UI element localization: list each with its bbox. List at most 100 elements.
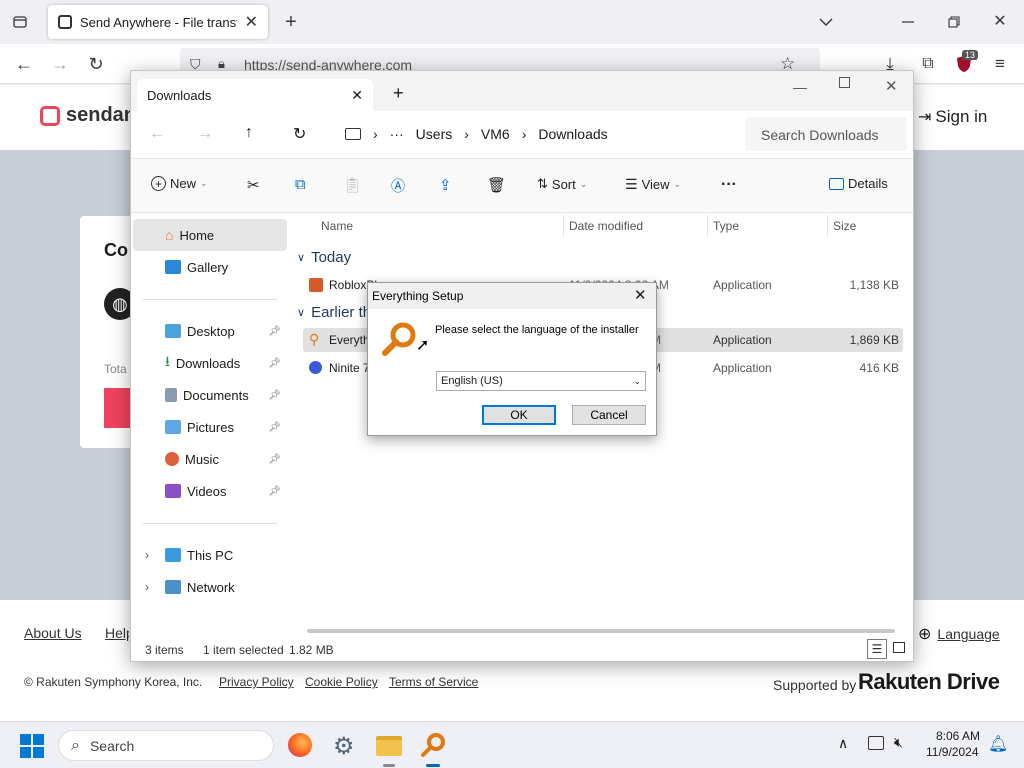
- maximize-window-icon[interactable]: [839, 77, 850, 88]
- clock-time[interactable]: 8:06 AM: [936, 729, 980, 743]
- sort-button[interactable]: ⇅ Sort ⌄: [537, 176, 587, 192]
- firefox-icon[interactable]: [288, 733, 312, 757]
- nav-item-videos[interactable]: Videos 📌︎: [133, 475, 287, 507]
- copyright-text: © Rakuten Symphony Korea, Inc.: [24, 675, 203, 689]
- file-size: 416 KB: [859, 361, 899, 375]
- taskbar-search-input[interactable]: ⌕ Search: [58, 730, 274, 761]
- pin-icon[interactable]: 📌︎: [268, 326, 281, 337]
- breadcrumb-users[interactable]: Users: [416, 126, 453, 142]
- ok-button[interactable]: OK: [482, 405, 556, 425]
- reload-icon[interactable]: ↻: [86, 54, 106, 74]
- terms-of-service-link[interactable]: Terms of Service: [389, 675, 478, 689]
- sign-in-link[interactable]: ⇥ Sign in: [918, 107, 987, 127]
- windows-start-icon[interactable]: [20, 734, 44, 758]
- new-button[interactable]: + New ⌄: [151, 176, 208, 191]
- group-header-earlier[interactable]: ∨ Earlier th: [297, 304, 371, 321]
- rename-icon[interactable]: Ⓐ: [391, 176, 405, 196]
- pin-icon[interactable]: 📌︎: [268, 390, 281, 401]
- more-ellipsis-icon[interactable]: ···: [390, 126, 404, 142]
- about-us-link[interactable]: About Us: [24, 625, 82, 641]
- gallery-icon: [165, 260, 181, 274]
- minimize-window-icon[interactable]: [898, 12, 918, 32]
- language-selector[interactable]: ⊕ Language: [918, 624, 1000, 644]
- nav-item-music[interactable]: Music 📌︎: [133, 443, 287, 475]
- paste-icon[interactable]: 📋︎: [343, 176, 362, 194]
- nav-item-documents[interactable]: Documents 📌︎: [133, 379, 287, 411]
- explorer-tab-downloads[interactable]: Downloads ✕: [137, 79, 373, 111]
- extensions-puzzle-icon[interactable]: ⧉: [918, 54, 938, 74]
- expand-chevron-icon[interactable]: ›: [145, 580, 149, 594]
- cut-icon[interactable]: ✂: [247, 176, 260, 194]
- search-downloads-input[interactable]: Search Downloads: [745, 117, 907, 151]
- refresh-icon[interactable]: ↻: [293, 124, 306, 144]
- explorer-address-bar: ← → ↑ ↻ › ··· Users › VM6 › Downloads Se…: [131, 111, 913, 159]
- share-icon[interactable]: ⇪: [439, 176, 452, 194]
- clock-date[interactable]: 11/9/2024: [926, 745, 979, 759]
- tab-list-icon[interactable]: [10, 12, 30, 32]
- pin-icon[interactable]: 📌︎: [268, 454, 281, 465]
- column-header-size[interactable]: Size: [833, 219, 856, 233]
- help-link[interactable]: Help: [105, 625, 129, 641]
- nav-item-this-pc[interactable]: › This PC: [133, 539, 287, 571]
- column-header-type[interactable]: Type: [713, 219, 739, 233]
- back-arrow-icon[interactable]: ←: [149, 125, 165, 143]
- breadcrumb-downloads[interactable]: Downloads: [538, 126, 607, 142]
- dialog-close-icon[interactable]: ✕: [634, 286, 647, 304]
- new-tab-icon[interactable]: +: [280, 10, 302, 34]
- close-tab-icon[interactable]: ✕: [351, 87, 363, 104]
- music-icon: [165, 452, 179, 466]
- new-tab-icon[interactable]: +: [393, 83, 404, 104]
- breadcrumb-vm6[interactable]: VM6: [481, 126, 510, 142]
- tiles-view-icon[interactable]: [893, 642, 905, 653]
- group-header-today[interactable]: ∨ Today: [297, 249, 351, 266]
- up-arrow-icon[interactable]: ↑: [245, 124, 253, 142]
- expand-chevron-icon[interactable]: ›: [145, 548, 149, 562]
- nav-item-home[interactable]: ⌂ Home: [133, 219, 287, 251]
- pin-icon[interactable]: 📌︎: [268, 486, 281, 497]
- settings-gear-icon[interactable]: ⚙: [333, 732, 355, 761]
- rakuten-drive-logo[interactable]: Rakuten Drive: [858, 669, 1000, 695]
- language-select[interactable]: English (US) ⌄: [436, 371, 646, 391]
- details-pane-button[interactable]: Details: [829, 176, 888, 191]
- copy-icon[interactable]: ⧉: [295, 176, 306, 193]
- browser-tab-send-anywhere[interactable]: Send Anywhere - File transfer ✕: [48, 5, 268, 39]
- volume-muted-icon[interactable]: 🔇︎: [894, 734, 903, 751]
- cookie-policy-link[interactable]: Cookie Policy: [305, 675, 378, 689]
- pin-icon[interactable]: 📌︎: [268, 358, 281, 369]
- details-view-icon[interactable]: ☰: [867, 639, 887, 659]
- breadcrumb[interactable]: › ··· Users › VM6 › Downloads: [331, 117, 736, 151]
- show-hidden-icons-chevron-icon[interactable]: ∧: [838, 735, 848, 752]
- nav-item-downloads[interactable]: ⭳ Downloads 📌︎: [133, 347, 287, 379]
- horizontal-scrollbar[interactable]: [307, 629, 895, 633]
- tab-overflow-chevron-icon[interactable]: [816, 12, 836, 32]
- close-tab-icon[interactable]: ✕: [245, 12, 258, 32]
- nav-item-desktop[interactable]: Desktop 📌︎: [133, 315, 287, 347]
- close-window-icon[interactable]: ✕: [885, 77, 898, 95]
- delete-icon[interactable]: 🗑︎: [487, 176, 506, 194]
- nav-item-network[interactable]: › Network: [133, 571, 287, 603]
- minimize-window-icon[interactable]: —: [793, 79, 807, 95]
- privacy-policy-link[interactable]: Privacy Policy: [219, 675, 294, 689]
- restore-window-icon[interactable]: [944, 12, 964, 32]
- file-explorer-icon[interactable]: [376, 736, 402, 756]
- file-type: Application: [713, 333, 772, 347]
- back-arrow-icon[interactable]: ←: [14, 54, 34, 74]
- close-window-icon[interactable]: ✕: [990, 11, 1010, 31]
- chevron-down-icon: ⌄: [579, 178, 588, 189]
- menu-hamburger-icon[interactable]: ≡: [990, 54, 1010, 74]
- network-display-icon[interactable]: [868, 736, 884, 750]
- view-button[interactable]: ☰ View ⌄: [625, 176, 681, 193]
- nav-item-pictures[interactable]: Pictures 📌︎: [133, 411, 287, 443]
- forward-arrow-icon[interactable]: →: [50, 54, 70, 74]
- nav-label-network: Network: [187, 579, 235, 595]
- notification-bell-icon[interactable]: 🔔︎: [988, 734, 1008, 754]
- column-header-date[interactable]: Date modified: [569, 219, 643, 233]
- everything-app-icon[interactable]: [420, 732, 446, 758]
- forward-arrow-icon[interactable]: →: [197, 125, 213, 143]
- column-header-name[interactable]: Name: [321, 219, 353, 233]
- nav-item-gallery[interactable]: Gallery: [133, 251, 287, 283]
- more-options-icon[interactable]: ···: [721, 176, 737, 194]
- cancel-button[interactable]: Cancel: [572, 405, 646, 425]
- sign-in-icon: ⇥: [918, 109, 932, 126]
- pin-icon[interactable]: 📌︎: [268, 422, 281, 433]
